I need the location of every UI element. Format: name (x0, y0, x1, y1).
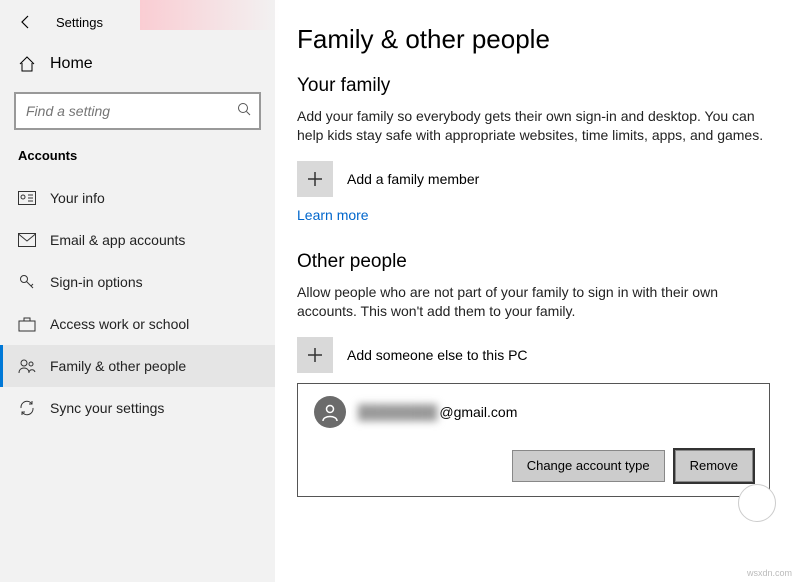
sync-icon (18, 399, 36, 417)
nav-email-accounts[interactable]: Email & app accounts (0, 219, 275, 261)
user-email: ████████@gmail.com (358, 404, 517, 420)
plus-icon (297, 161, 333, 197)
nav-label: Access work or school (50, 316, 189, 332)
add-family-label: Add a family member (347, 171, 479, 187)
nav-label: Email & app accounts (50, 232, 185, 248)
search-container[interactable] (14, 92, 261, 130)
back-button[interactable] (16, 12, 36, 32)
briefcase-icon (18, 315, 36, 333)
page-title: Family & other people (297, 24, 770, 55)
home-nav[interactable]: Home (0, 44, 275, 84)
add-other-label: Add someone else to this PC (347, 347, 528, 363)
other-heading: Other people (297, 251, 770, 273)
other-desc: Allow people who are not part of your fa… (297, 283, 770, 321)
family-heading: Your family (297, 75, 770, 97)
watermark: wsxdn.com (747, 568, 792, 578)
learn-more-link[interactable]: Learn more (297, 207, 369, 223)
family-desc: Add your family so everybody gets their … (297, 107, 770, 145)
window-title: Settings (56, 15, 103, 30)
nav-label: Sign-in options (50, 274, 143, 290)
avatar-icon (314, 396, 346, 428)
plus-icon (297, 337, 333, 373)
search-icon (237, 102, 251, 121)
key-icon (18, 273, 36, 291)
people-icon (18, 357, 36, 375)
remove-button[interactable]: Remove (675, 450, 753, 482)
nav-label: Sync your settings (50, 400, 164, 416)
change-account-type-button[interactable]: Change account type (512, 450, 665, 482)
nav-sign-in-options[interactable]: Sign-in options (0, 261, 275, 303)
floating-button[interactable] (738, 484, 776, 522)
nav-label: Your info (50, 190, 105, 206)
home-label: Home (50, 55, 93, 73)
mail-icon (18, 231, 36, 249)
nav-label: Family & other people (50, 358, 186, 374)
user-account-card[interactable]: ████████@gmail.com Change account type R… (297, 383, 770, 497)
search-input[interactable] (24, 102, 237, 120)
user-card-icon (18, 189, 36, 207)
section-label: Accounts (0, 142, 275, 177)
add-family-member[interactable]: Add a family member (297, 161, 770, 197)
nav-sync-settings[interactable]: Sync your settings (0, 387, 275, 429)
home-icon (18, 55, 36, 73)
nav-family-other-people[interactable]: Family & other people (0, 345, 275, 387)
nav-access-work-school[interactable]: Access work or school (0, 303, 275, 345)
nav-your-info[interactable]: Your info (0, 177, 275, 219)
add-someone-else[interactable]: Add someone else to this PC (297, 337, 770, 373)
